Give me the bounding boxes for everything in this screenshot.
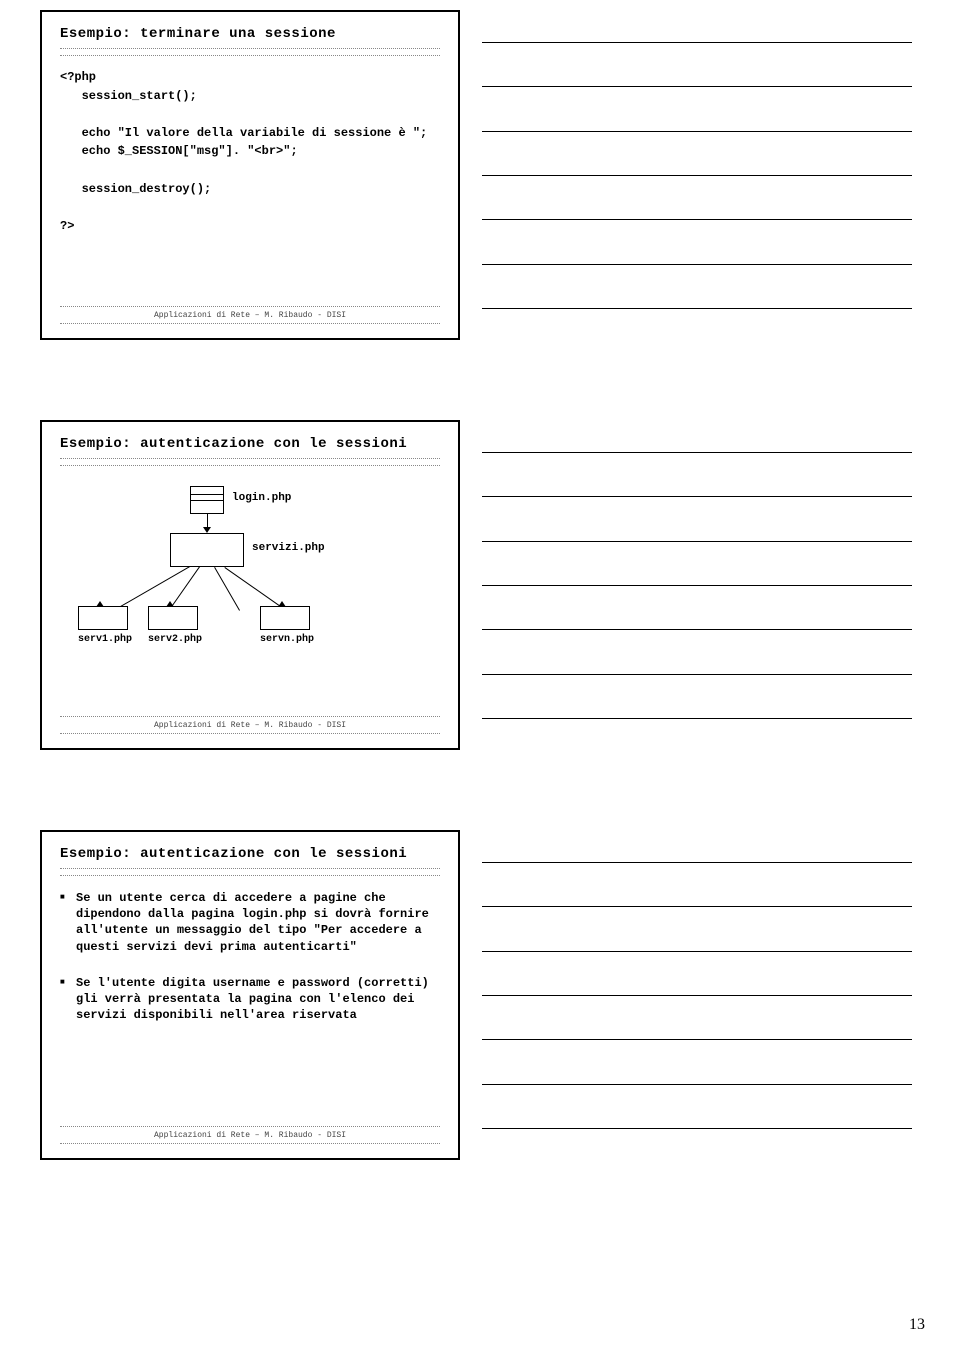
- divider: [60, 48, 440, 56]
- note-line: [482, 1127, 912, 1129]
- bullet-item: Se un utente cerca di accedere a pagine …: [60, 890, 440, 955]
- servizi-box: [170, 533, 244, 567]
- note-line: [482, 218, 912, 220]
- note-line: [482, 41, 912, 43]
- note-line: [482, 1038, 912, 1040]
- servn-label: servn.php: [260, 634, 314, 645]
- login-label: login.php: [232, 492, 291, 504]
- serv1-box: [78, 606, 128, 630]
- code-line: session_start();: [60, 89, 197, 103]
- note-line: [482, 905, 912, 907]
- slide-auth-diagram: Esempio: autenticazione con le sessioni …: [40, 420, 460, 750]
- divider: [60, 868, 440, 876]
- note-line: [482, 307, 912, 309]
- note-line: [482, 540, 912, 542]
- note-line: [482, 673, 912, 675]
- code-line: echo $_SESSION["msg"]. "<br>";: [60, 144, 298, 158]
- code-line: echo "Il valore della variabile di sessi…: [60, 126, 427, 140]
- connector: [214, 567, 240, 611]
- serv2-box: [148, 606, 198, 630]
- arrow: [207, 514, 208, 528]
- notes-area: [482, 830, 912, 1160]
- note-line: [482, 495, 912, 497]
- note-line: [482, 451, 912, 453]
- slide-auth-text: Esempio: autenticazione con le sessioni …: [40, 830, 460, 1160]
- login-box: [190, 486, 224, 514]
- note-line: [482, 1083, 912, 1085]
- bullet-list: Se un utente cerca di accedere a pagine …: [60, 890, 440, 1023]
- slide-footer: Applicazioni di Rete – M. Ribaudo - DISI: [60, 713, 440, 738]
- arrow-head: [278, 601, 286, 607]
- note-line: [482, 717, 912, 719]
- notes-area: [482, 420, 912, 750]
- bullet-item: Se l'utente digita username e password (…: [60, 975, 440, 1024]
- diagram: login.php servizi.php: [60, 478, 440, 638]
- note-line: [482, 950, 912, 952]
- arrow-head: [166, 601, 174, 607]
- note-line: [482, 584, 912, 586]
- code-line: <?php: [60, 70, 96, 84]
- note-line: [482, 628, 912, 630]
- arrow-head: [96, 601, 104, 607]
- footer-text: Applicazioni di Rete – M. Ribaudo - DISI: [60, 311, 440, 320]
- code-line: ?>: [60, 219, 74, 233]
- serv1-label: serv1.php: [78, 634, 132, 645]
- footer-text: Applicazioni di Rete – M. Ribaudo - DISI: [60, 1131, 440, 1140]
- note-line: [482, 85, 912, 87]
- note-line: [482, 130, 912, 132]
- slide-terminate-session: Esempio: terminare una sessione <?php se…: [40, 10, 460, 340]
- code-block: <?php session_start(); echo "Il valore d…: [60, 68, 440, 235]
- slide-footer: Applicazioni di Rete – M. Ribaudo - DISI: [60, 303, 440, 328]
- slide-footer: Applicazioni di Rete – M. Ribaudo - DISI: [60, 1123, 440, 1148]
- note-line: [482, 994, 912, 996]
- servn-box: [260, 606, 310, 630]
- slide-title: Esempio: autenticazione con le sessioni: [60, 436, 440, 452]
- note-line: [482, 174, 912, 176]
- notes-area: [482, 10, 912, 340]
- footer-text: Applicazioni di Rete – M. Ribaudo - DISI: [60, 721, 440, 730]
- note-line: [482, 861, 912, 863]
- page-number: 13: [909, 1316, 925, 1334]
- note-line: [482, 263, 912, 265]
- slide-title: Esempio: autenticazione con le sessioni: [60, 846, 440, 862]
- code-line: session_destroy();: [60, 182, 211, 196]
- serv2-label: serv2.php: [148, 634, 202, 645]
- divider: [60, 458, 440, 466]
- slide-title: Esempio: terminare una sessione: [60, 26, 440, 42]
- servizi-label: servizi.php: [252, 542, 325, 554]
